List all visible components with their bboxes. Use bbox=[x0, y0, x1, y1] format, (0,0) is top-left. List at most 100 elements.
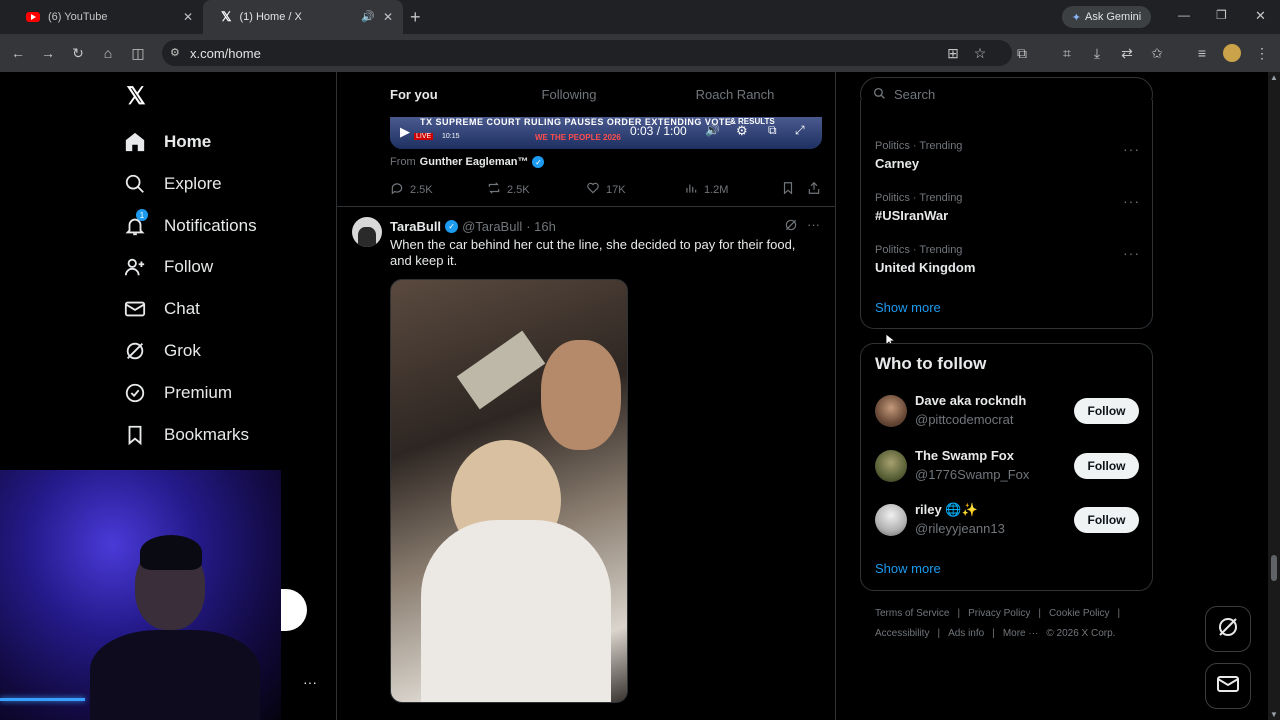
reload-icon[interactable]: ↻ bbox=[68, 43, 88, 63]
tab-following[interactable]: Following bbox=[503, 72, 635, 117]
nav-home[interactable]: Home bbox=[124, 122, 211, 162]
tab-roach-ranch[interactable]: Roach Ranch bbox=[635, 72, 835, 117]
bookmark-star-icon[interactable]: ☆ bbox=[970, 43, 990, 63]
video-clock: 10:15 bbox=[442, 133, 460, 140]
webcam-person-body bbox=[90, 630, 260, 720]
trend-more-icon[interactable]: ··· bbox=[1123, 141, 1140, 157]
profile-avatar-icon[interactable] bbox=[1223, 44, 1241, 62]
settings-icon[interactable]: ⚙ bbox=[736, 123, 748, 139]
more-link[interactable]: More ··· bbox=[1003, 628, 1039, 639]
trend-more-icon[interactable]: ··· bbox=[1123, 193, 1140, 209]
play-icon[interactable]: ▶ bbox=[400, 124, 410, 140]
like-button[interactable]: 17K bbox=[586, 181, 626, 198]
post-time[interactable]: · 16h bbox=[526, 219, 556, 234]
favorites-icon[interactable]: ✩ bbox=[1147, 43, 1167, 63]
scroll-down-icon[interactable]: ▼ bbox=[1270, 710, 1278, 719]
minimize-icon[interactable]: — bbox=[1178, 8, 1190, 22]
share-icon[interactable] bbox=[807, 181, 821, 200]
fullscreen-icon[interactable]: ⤢ bbox=[795, 123, 805, 138]
video-player[interactable]: TX SUPREME COURT RULING PAUSES ORDER EXT… bbox=[390, 117, 822, 149]
post-more-icon[interactable]: ··· bbox=[807, 217, 820, 232]
suggestion-handle: @pittcodemocrat bbox=[915, 412, 1014, 427]
follow-suggestion[interactable]: riley 🌐✨ @rileyyjeann13 Follow bbox=[875, 502, 1140, 538]
close-tab-icon[interactable]: ✕ bbox=[183, 10, 193, 24]
split-view-icon[interactable]: ◫ bbox=[128, 43, 148, 63]
back-icon[interactable]: ← bbox=[8, 43, 28, 63]
follow-suggestion[interactable]: Dave aka rockndh @pittcodemocrat Follow bbox=[875, 393, 1140, 429]
webcam-overlay bbox=[0, 470, 281, 720]
window-close-icon[interactable]: ✕ bbox=[1255, 8, 1266, 24]
tab-for-you[interactable]: For you bbox=[337, 72, 503, 117]
post-video-thumbnail[interactable] bbox=[390, 279, 628, 703]
webcam-person-hat bbox=[140, 535, 202, 570]
trend-item[interactable]: Politics · Trending United Kingdom bbox=[875, 244, 975, 275]
ask-gemini-button[interactable]: ✦ Ask Gemini bbox=[1062, 6, 1151, 28]
page-scrollbar[interactable] bbox=[1268, 72, 1280, 720]
avatar[interactable] bbox=[875, 395, 907, 427]
nav-chat[interactable]: Chat bbox=[124, 289, 200, 329]
speaker-icon[interactable]: 🔊 bbox=[361, 10, 375, 23]
grok-explain-icon[interactable] bbox=[784, 218, 798, 237]
post-author-name[interactable]: TaraBull bbox=[390, 219, 441, 234]
restore-icon[interactable]: ❐ bbox=[1216, 8, 1227, 22]
nav-grok[interactable]: Grok bbox=[124, 331, 201, 371]
site-info-icon[interactable]: ⚙ bbox=[170, 46, 180, 59]
tab-x-home[interactable]: 𝕏 (1) Home / X 🔊 ✕ bbox=[203, 0, 403, 34]
avatar[interactable] bbox=[875, 450, 907, 482]
install-app-icon[interactable]: ⊞ bbox=[943, 43, 963, 63]
volume-icon[interactable]: 🔊 bbox=[705, 123, 720, 137]
follow-button[interactable]: Follow bbox=[1074, 398, 1139, 424]
reply-icon bbox=[390, 181, 404, 198]
trend-item[interactable]: Politics · Trending Carney bbox=[875, 140, 962, 171]
repost-button[interactable]: 2.5K bbox=[487, 181, 530, 198]
trend-more-icon[interactable]: ··· bbox=[1123, 245, 1140, 261]
avatar[interactable] bbox=[875, 504, 907, 536]
address-bar[interactable]: ⚙ x.com/home bbox=[162, 40, 1012, 66]
messages-fab[interactable] bbox=[1205, 663, 1251, 709]
cookie-link[interactable]: Cookie Policy bbox=[1049, 608, 1110, 619]
trends-show-more[interactable]: Show more bbox=[875, 300, 941, 315]
extensions-icon[interactable]: ⧉ bbox=[1012, 43, 1032, 63]
follow-button[interactable]: Follow bbox=[1074, 507, 1139, 533]
nav-notifications[interactable]: 1 Notifications bbox=[124, 206, 257, 246]
terms-link[interactable]: Terms of Service bbox=[875, 608, 949, 619]
nav-premium[interactable]: Premium bbox=[124, 373, 232, 413]
post-header: TaraBull ✓ @TaraBull · 16h bbox=[390, 219, 556, 234]
screenshot-icon[interactable]: ⌗ bbox=[1057, 43, 1077, 63]
pip-icon[interactable]: ⧉ bbox=[768, 123, 777, 138]
accessibility-link[interactable]: Accessibility bbox=[875, 628, 929, 639]
trend-item[interactable]: Politics · Trending #USIranWar bbox=[875, 192, 962, 223]
forward-icon[interactable]: → bbox=[38, 43, 58, 63]
browser-menu-icon[interactable]: ⋮ bbox=[1252, 43, 1272, 63]
new-tab-button[interactable]: + bbox=[410, 7, 421, 28]
bookmark-post-icon[interactable] bbox=[781, 181, 795, 200]
footer-separator: | bbox=[937, 628, 941, 639]
scroll-up-icon[interactable]: ▲ bbox=[1270, 73, 1278, 82]
nav-bookmarks[interactable]: Bookmarks bbox=[124, 415, 249, 455]
home-browser-icon[interactable]: ⌂ bbox=[98, 43, 118, 63]
post-author-handle[interactable]: @TaraBull bbox=[462, 219, 522, 234]
footer-row-1: Terms of Service | Privacy Policy | Cook… bbox=[875, 608, 1120, 619]
follow-suggestion[interactable]: The Swamp Fox @1776Swamp_Fox Follow bbox=[875, 448, 1140, 484]
avatar[interactable] bbox=[352, 217, 382, 247]
nav-follow[interactable]: Follow bbox=[124, 247, 213, 287]
reading-list-icon[interactable]: ≡ bbox=[1192, 43, 1212, 63]
privacy-link[interactable]: Privacy Policy bbox=[968, 608, 1030, 619]
follow-button[interactable]: Follow bbox=[1074, 453, 1139, 479]
download-icon[interactable]: ⤓ bbox=[1087, 43, 1107, 63]
translate-icon[interactable]: ⇄ bbox=[1117, 43, 1137, 63]
account-more-icon[interactable]: ··· bbox=[303, 674, 317, 690]
follow-show-more[interactable]: Show more bbox=[875, 561, 941, 576]
scrollbar-thumb[interactable] bbox=[1271, 555, 1277, 581]
grok-fab[interactable] bbox=[1205, 606, 1251, 652]
views-button[interactable]: 1.2M bbox=[684, 181, 728, 198]
from-name[interactable]: Gunther Eagleman™ bbox=[420, 156, 529, 168]
reply-button[interactable]: 2.5K bbox=[390, 181, 433, 198]
close-tab-icon[interactable]: ✕ bbox=[383, 10, 393, 24]
nav-explore[interactable]: Explore bbox=[124, 164, 222, 204]
reply-count: 2.5K bbox=[410, 183, 433, 196]
x-logo-icon[interactable]: 𝕏 bbox=[124, 83, 148, 110]
live-badge: LIVE bbox=[414, 133, 434, 140]
tab-youtube[interactable]: (6) YouTube ✕ bbox=[8, 0, 203, 34]
ads-info-link[interactable]: Ads info bbox=[948, 628, 984, 639]
